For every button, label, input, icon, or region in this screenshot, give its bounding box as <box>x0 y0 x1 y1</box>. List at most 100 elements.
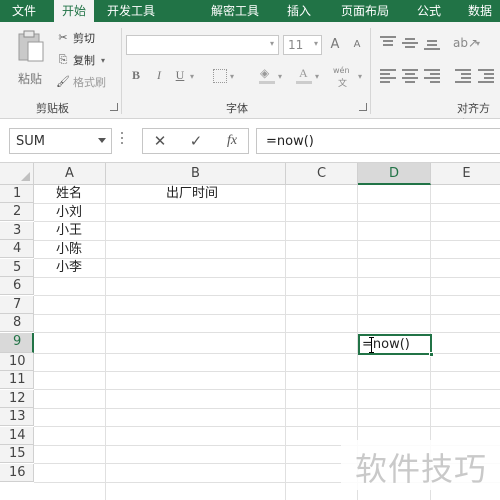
tab-file[interactable]: 文件 <box>0 0 48 22</box>
row-header[interactable]: 5 <box>0 259 34 277</box>
fill-color-icon[interactable]: ◈ <box>259 66 275 84</box>
cut-label: 剪切 <box>73 32 95 45</box>
grow-font-icon[interactable]: A <box>326 37 344 52</box>
formula-text: =now() <box>266 134 314 149</box>
cell-a3[interactable]: 小王 <box>56 222 82 240</box>
cell-b1[interactable]: 出厂时间 <box>166 185 218 203</box>
row-header[interactable]: 2 <box>0 203 34 221</box>
format-painter-button[interactable]: 🖌 格式刷 <box>56 74 106 90</box>
formula-bar-splitter[interactable] <box>121 132 124 150</box>
cut-button[interactable]: ✂ 剪切 <box>56 30 95 46</box>
align-bottom-icon[interactable] <box>424 40 440 52</box>
cell-a4[interactable]: 小陈 <box>56 241 82 259</box>
italic-button[interactable]: I <box>150 68 168 83</box>
name-box-dropdown-icon[interactable] <box>98 138 106 143</box>
row-header[interactable]: 16 <box>0 464 34 482</box>
row-header[interactable]: 3 <box>0 222 34 240</box>
clipboard-launcher-icon[interactable] <box>110 103 118 111</box>
font-size-dropdown-icon[interactable]: ▾ <box>314 39 318 48</box>
fill-color-dropdown-icon[interactable]: ▾ <box>278 72 282 81</box>
align-right-icon[interactable] <box>424 69 440 83</box>
paste-button[interactable]: 粘贴 <box>14 30 48 86</box>
font-name-box[interactable]: ▾ <box>126 35 279 55</box>
align-center-icon[interactable] <box>402 69 418 83</box>
format-painter-label: 格式刷 <box>73 76 106 89</box>
align-middle-icon[interactable] <box>402 38 418 50</box>
ribbon-divider <box>121 28 122 114</box>
column-header-b[interactable]: B <box>106 163 286 185</box>
paste-icon <box>18 30 44 62</box>
paste-label: 粘贴 <box>18 72 43 86</box>
copy-icon: ⎘ <box>58 53 68 66</box>
row-header[interactable]: 8 <box>0 314 34 332</box>
font-name-dropdown-icon[interactable]: ▾ <box>270 39 274 48</box>
phonetic-label: wén <box>333 66 350 75</box>
column-header-e[interactable]: E <box>431 163 500 185</box>
formula-bar: SUM ✕ ✓ fx =now() <box>0 119 500 163</box>
copy-dropdown-icon[interactable]: ▾ <box>101 56 105 65</box>
font-color-icon[interactable]: A <box>296 66 312 84</box>
enter-icon[interactable]: ✓ <box>184 132 208 150</box>
row-header[interactable]: 7 <box>0 296 34 314</box>
row-header[interactable]: 11 <box>0 371 34 389</box>
row-header[interactable]: 4 <box>0 240 34 258</box>
formula-input[interactable]: =now() <box>256 128 500 154</box>
font-group-label: 字体 <box>226 102 248 115</box>
tab-insert[interactable]: 插入 <box>278 0 320 22</box>
tab-formulas[interactable]: 公式 <box>409 0 449 22</box>
name-box[interactable]: SUM <box>9 128 112 154</box>
formula-buttons: ✕ ✓ fx <box>142 128 249 154</box>
tab-decrypt-tools[interactable]: 解密工具 <box>203 0 267 22</box>
copy-label: 复制 <box>73 54 95 67</box>
align-left-icon[interactable] <box>380 69 396 83</box>
gridline <box>285 185 286 500</box>
select-all-button[interactable] <box>0 163 34 185</box>
tab-home[interactable]: 开始 <box>54 0 94 22</box>
row-header[interactable]: 13 <box>0 408 34 426</box>
row-header[interactable]: 12 <box>0 390 34 408</box>
font-size-box[interactable]: 11 ▾ <box>283 35 322 55</box>
underline-button[interactable]: U <box>171 68 189 83</box>
shrink-font-icon[interactable]: A <box>348 39 366 50</box>
tab-page-layout[interactable]: 页面布局 <box>333 0 397 22</box>
borders-dropdown-icon[interactable]: ▾ <box>230 72 234 81</box>
font-launcher-icon[interactable] <box>359 103 367 111</box>
copy-button[interactable]: ⎘ 复制 ▾ <box>56 52 105 68</box>
borders-button[interactable] <box>213 69 227 83</box>
cell-a1[interactable]: 姓名 <box>56 185 82 203</box>
row-header[interactable]: 10 <box>0 353 34 371</box>
cell-a2[interactable]: 小刘 <box>56 204 82 222</box>
bold-button[interactable]: B <box>127 68 145 83</box>
row-header[interactable]: 1 <box>0 185 34 203</box>
phonetic-dropdown-icon[interactable]: ▾ <box>358 72 362 81</box>
font-color-dropdown-icon[interactable]: ▾ <box>315 72 319 81</box>
fill-handle[interactable] <box>429 352 434 357</box>
phonetic-button[interactable]: wén 文 <box>333 66 357 90</box>
tab-developer[interactable]: 开发工具 <box>100 0 162 22</box>
orientation-icon[interactable]: ab↗ <box>453 36 478 50</box>
orientation-dropdown-icon[interactable]: ▾ <box>476 39 480 48</box>
column-header-c[interactable]: C <box>286 163 358 185</box>
gridline <box>105 185 106 500</box>
align-top-icon[interactable] <box>380 36 396 48</box>
row-header[interactable]: 15 <box>0 445 34 463</box>
brush-icon: 🖌 <box>56 75 70 88</box>
increase-indent-icon[interactable] <box>478 69 494 83</box>
watermark: 软件技巧 <box>341 440 500 490</box>
insert-function-icon[interactable]: fx <box>220 132 244 150</box>
row-header[interactable]: 14 <box>0 427 34 445</box>
watermark-text: 软件技巧 <box>355 450 488 488</box>
text-cursor-icon <box>369 337 375 353</box>
ribbon-divider <box>370 28 371 114</box>
underline-dropdown-icon[interactable]: ▾ <box>190 72 194 81</box>
phonetic-sub-label: 文 <box>338 79 348 89</box>
row-header[interactable]: 6 <box>0 277 34 295</box>
column-header-a[interactable]: A <box>34 163 106 185</box>
cancel-icon[interactable]: ✕ <box>148 132 172 150</box>
scissors-icon: ✂ <box>58 31 68 44</box>
cell-a5[interactable]: 小李 <box>56 259 82 277</box>
decrease-indent-icon[interactable] <box>455 69 471 83</box>
column-header-d[interactable]: D <box>358 163 431 185</box>
row-header-selected[interactable]: 9 <box>0 333 34 353</box>
tab-data[interactable]: 数据 <box>460 0 500 22</box>
